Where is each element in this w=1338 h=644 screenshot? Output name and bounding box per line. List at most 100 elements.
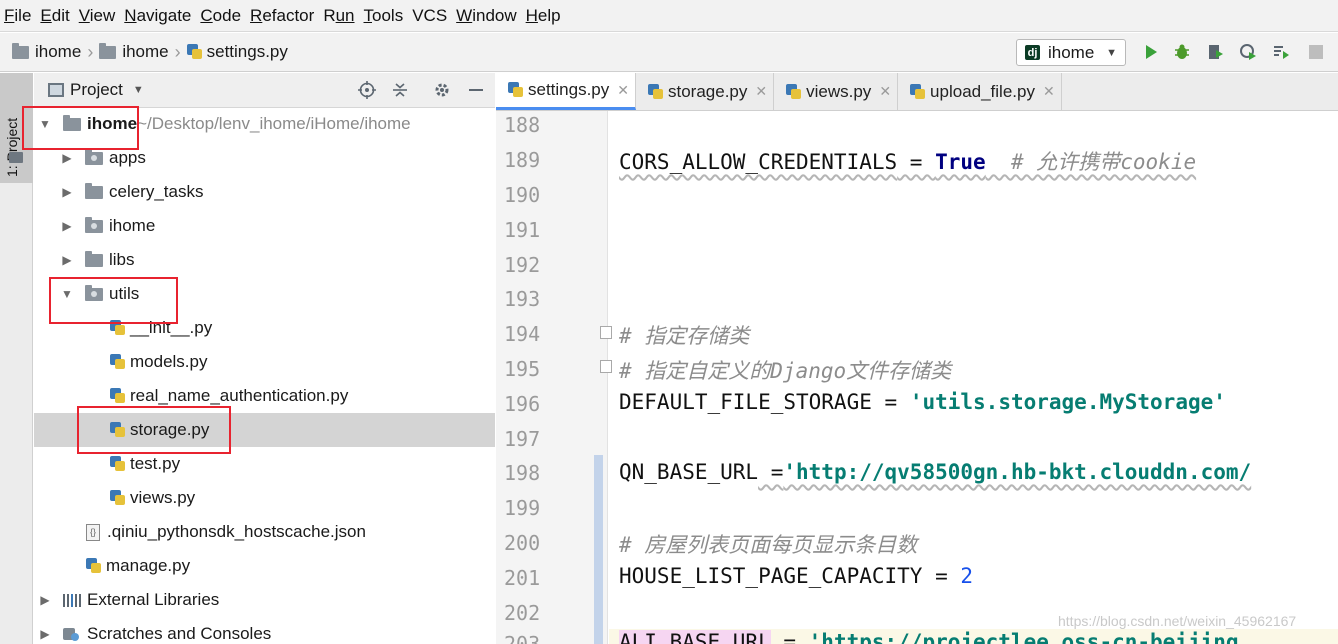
line-number: 190 xyxy=(504,183,541,207)
line-number: 196 xyxy=(504,392,541,416)
tree-item-scratches-and-consoles[interactable]: ▶ Scratches and Consoles xyxy=(34,617,495,644)
breadcrumb-project[interactable]: ihome xyxy=(12,42,81,62)
python-file-icon xyxy=(648,83,663,100)
library-icon xyxy=(63,593,81,607)
tree-item-label: celery_tasks xyxy=(109,182,204,201)
line-number: 189 xyxy=(504,148,541,172)
run-icon[interactable] xyxy=(1141,42,1161,62)
debug-icon[interactable] xyxy=(1172,42,1192,62)
close-icon[interactable]: ✕ xyxy=(879,83,891,100)
coverage-icon[interactable] xyxy=(1205,42,1225,62)
tree-item-views-py[interactable]: views.py xyxy=(34,481,495,515)
tree-item-path: ~/Desktop/lenv_ihome/iHome/ihome xyxy=(137,114,411,133)
project-tool-window-label: 1: Project xyxy=(4,117,20,177)
menu-vcs[interactable]: VCS xyxy=(412,6,447,26)
stop-icon[interactable] xyxy=(1306,42,1326,62)
tree-item-models-py[interactable]: models.py xyxy=(34,345,495,379)
menu-label: avigate xyxy=(136,5,192,25)
tool-window-stripe: 1: Project xyxy=(0,73,33,644)
menu-label: ode xyxy=(212,5,242,25)
tab-storage-py[interactable]: storage.py ✕ xyxy=(636,73,775,110)
hide-panel-icon[interactable] xyxy=(466,80,486,100)
tree-item-external-libraries[interactable]: ▶ External Libraries xyxy=(34,583,495,617)
line-number: 192 xyxy=(504,253,541,277)
project-icon xyxy=(48,83,64,97)
menu-label: iew xyxy=(89,5,116,25)
close-icon[interactable]: ✕ xyxy=(617,82,629,99)
tree-item-qiniu-hostscache-json[interactable]: {} .qiniu_pythonsdk_hostscache.json xyxy=(34,515,495,549)
run-concurrency-icon[interactable] xyxy=(1271,42,1291,62)
code-token: QN_BASE_URL xyxy=(619,460,759,484)
code-line-201[interactable]: HOUSE_LIST_PAGE_CAPACITY = 2 xyxy=(619,564,973,588)
menu-view[interactable]: View xyxy=(79,6,116,26)
menu-window[interactable]: Window xyxy=(456,6,516,26)
chevron-right-icon: ▶ xyxy=(40,627,50,641)
menu-file[interactable]: File xyxy=(4,6,31,26)
fold-marker-icon[interactable] xyxy=(600,360,612,373)
folder-icon xyxy=(9,152,23,163)
python-file-icon xyxy=(110,456,125,472)
menu-refactor[interactable]: Refactor xyxy=(250,6,314,26)
gear-icon[interactable] xyxy=(432,80,452,100)
scratches-icon xyxy=(63,626,81,642)
breadcrumb-separator-icon: › xyxy=(87,41,94,62)
tab-views-py[interactable]: views.py ✕ xyxy=(774,73,899,110)
code-line-203[interactable]: ALI_BASE_URL = 'https://projectlee.oss-c… xyxy=(619,630,1251,644)
menu-label: ools xyxy=(372,5,404,25)
breadcrumb-module[interactable]: ihome xyxy=(99,42,169,62)
python-file-icon xyxy=(110,490,125,506)
tree-item-label: ihome xyxy=(109,216,156,235)
profile-icon[interactable] xyxy=(1238,42,1258,62)
chevron-right-icon: ▶ xyxy=(62,253,72,267)
fold-marker-icon[interactable] xyxy=(600,326,612,339)
line-number: 188 xyxy=(504,113,541,137)
project-view-selector[interactable]: Project ▼ xyxy=(48,80,144,100)
breadcrumb-file[interactable]: settings.py xyxy=(186,42,288,62)
locate-icon[interactable] xyxy=(357,80,377,100)
menu-tools[interactable]: Tools xyxy=(364,6,404,26)
code-line-194[interactable]: # 指定存储类 xyxy=(619,320,749,350)
run-configuration-select[interactable]: dj ihome ▼ xyxy=(1016,39,1126,66)
menu-navigate[interactable]: Navigate xyxy=(124,6,191,26)
menu-run[interactable]: Run xyxy=(323,6,354,26)
menu-code[interactable]: Code xyxy=(200,6,241,26)
tree-item-manage-py[interactable]: manage.py xyxy=(34,549,495,583)
tab-upload-file-py[interactable]: upload_file.py ✕ xyxy=(898,73,1062,110)
tree-item-label: .qiniu_pythonsdk_hostscache.json xyxy=(107,522,366,541)
tree-item-label: real_name_authentication.py xyxy=(130,386,349,405)
tree-item-label: test.py xyxy=(130,454,181,473)
close-icon[interactable]: ✕ xyxy=(1043,83,1055,100)
menu-help[interactable]: Help xyxy=(526,6,561,26)
project-panel-header: Project ▼ xyxy=(34,73,495,108)
code-number: 2 xyxy=(960,564,974,588)
code-token: = xyxy=(922,564,961,588)
code-token: HOUSE_LIST_PAGE_CAPACITY xyxy=(619,564,923,588)
line-number: 195 xyxy=(504,357,541,381)
code-string: 'https://projectlee.oss-cn-beijing. xyxy=(808,630,1252,644)
breadcrumb-separator-icon: › xyxy=(174,41,181,62)
chevron-right-icon: ▶ xyxy=(62,185,72,199)
python-file-icon xyxy=(110,354,125,370)
code-line-198[interactable]: QN_BASE_URL ='http://qv58500gn.hb-bkt.cl… xyxy=(619,460,1251,484)
python-file-icon xyxy=(86,558,101,574)
close-icon[interactable]: ✕ xyxy=(755,83,767,100)
tree-item-label: Scratches and Consoles xyxy=(87,624,272,643)
menu-bar: File Edit View Navigate Code Refactor Ru… xyxy=(0,0,1338,32)
code-line-195[interactable]: # 指定自定义的Django文件存储类 xyxy=(619,355,951,385)
menu-edit[interactable]: Edit xyxy=(40,6,69,26)
tab-settings-py[interactable]: settings.py ✕ xyxy=(496,73,636,110)
tree-item-ihome[interactable]: ▶ ihome xyxy=(34,209,495,243)
menu-label: R xyxy=(323,5,336,25)
navigation-bar: ihome › ihome › settings.py xyxy=(0,33,1338,72)
tree-item-libs[interactable]: ▶ libs xyxy=(34,243,495,277)
menu-mnemonic: R xyxy=(250,5,263,25)
tab-label: settings.py xyxy=(528,80,610,99)
tree-item-celery-tasks[interactable]: ▶ celery_tasks xyxy=(34,175,495,209)
collapse-all-icon[interactable] xyxy=(390,80,410,100)
code-line-200[interactable]: # 房屋列表页面每页显示条目数 xyxy=(619,529,917,559)
annotation-box xyxy=(49,277,178,324)
code-line-189[interactable]: CORS_ALLOW_CREDENTIALS = True # 允许携带cook… xyxy=(619,146,1196,176)
line-number: 191 xyxy=(504,218,541,242)
menu-mnemonic: C xyxy=(200,5,213,25)
code-line-196[interactable]: DEFAULT_FILE_STORAGE = 'utils.storage.My… xyxy=(619,390,1226,414)
